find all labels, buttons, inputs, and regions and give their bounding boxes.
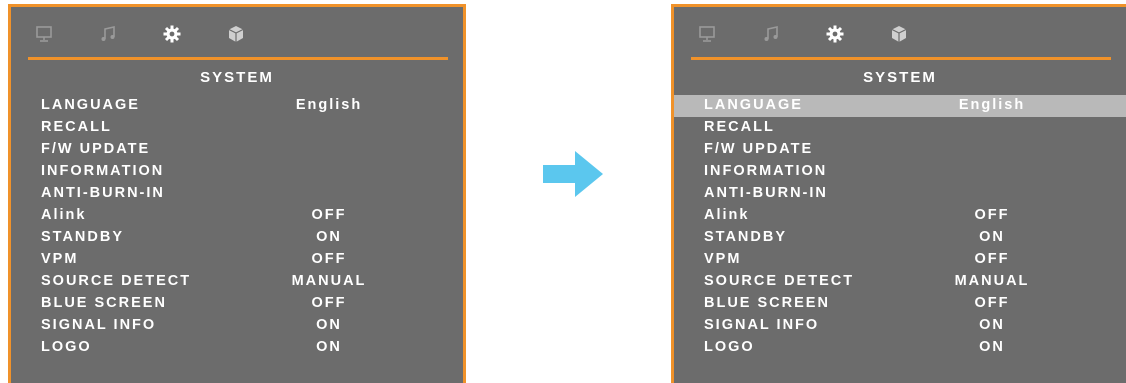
- menu-row-value: ON: [979, 339, 1005, 355]
- menu-row-label: INFORMATION: [704, 163, 828, 179]
- menu-row-value: ON: [979, 229, 1005, 245]
- menu-row-label: F/W UPDATE: [704, 141, 814, 157]
- menu-row-label: F/W UPDATE: [41, 141, 151, 157]
- menu-row[interactable]: ANTI-BURN-IN: [11, 183, 463, 205]
- menu-row[interactable]: LANGUAGE English: [11, 95, 463, 117]
- menu-row-label: INFORMATION: [41, 163, 165, 179]
- menu-row-label: SIGNAL INFO: [704, 317, 820, 333]
- menu-row[interactable]: RECALL: [674, 117, 1126, 139]
- menu-row[interactable]: VPM OFF: [674, 249, 1126, 271]
- menu-row-label: LANGUAGE: [704, 97, 803, 113]
- menu-row-value: OFF: [311, 295, 347, 311]
- gear-icon[interactable]: [824, 23, 846, 45]
- menu-row-value: ON: [316, 339, 342, 355]
- menu-row-value: ON: [316, 229, 342, 245]
- menu-divider: [28, 57, 448, 60]
- menu-title: SYSTEM: [863, 69, 937, 86]
- menu-row[interactable]: Alink OFF: [674, 205, 1126, 227]
- osd-menu-before: SYSTEM LANGUAGE English RECALL F/W UPDATE IN…: [8, 4, 466, 383]
- arrow-right-icon: [543, 151, 603, 197]
- menu-row[interactable]: LANGUAGE English: [674, 95, 1126, 117]
- menu-row-label: Alink: [704, 207, 750, 223]
- menu-row-label: LANGUAGE: [41, 97, 140, 113]
- menu-list: LANGUAGE English RECALL F/W UPDATE INFORMATI…: [674, 95, 1126, 359]
- menu-list: LANGUAGE English RECALL F/W UPDATE INFORMATI…: [11, 95, 463, 359]
- menu-row[interactable]: BLUE SCREEN OFF: [674, 293, 1126, 315]
- gear-icon[interactable]: [161, 23, 183, 45]
- menu-row-label: RECALL: [704, 119, 775, 135]
- menu-row-value: MANUAL: [291, 273, 367, 289]
- menu-row[interactable]: INFORMATION: [11, 161, 463, 183]
- menu-row-label: STANDBY: [41, 229, 125, 245]
- menu-row-label: VPM: [41, 251, 79, 267]
- menu-row-value: OFF: [311, 207, 347, 223]
- menu-row[interactable]: SIGNAL INFO ON: [11, 315, 463, 337]
- menu-divider: [691, 57, 1111, 60]
- menu-row-value: ON: [316, 317, 342, 333]
- menu-row-label: RECALL: [41, 119, 112, 135]
- menu-row[interactable]: Alink OFF: [11, 205, 463, 227]
- menu-row-label: SOURCE DETECT: [41, 273, 192, 289]
- menu-row-value: English: [295, 97, 363, 113]
- menu-row[interactable]: STANDBY ON: [674, 227, 1126, 249]
- menu-row[interactable]: SOURCE DETECT MANUAL: [674, 271, 1126, 293]
- cube-icon[interactable]: [888, 23, 910, 45]
- menu-row-label: SOURCE DETECT: [704, 273, 855, 289]
- menu-row-value: OFF: [974, 251, 1010, 267]
- menu-row[interactable]: STANDBY ON: [11, 227, 463, 249]
- menu-title: SYSTEM: [200, 69, 274, 86]
- menu-row[interactable]: RECALL: [11, 117, 463, 139]
- menu-row[interactable]: SIGNAL INFO ON: [674, 315, 1126, 337]
- menu-row-label: LOGO: [704, 339, 755, 355]
- menu-row-label: Alink: [41, 207, 87, 223]
- music-note-icon[interactable]: [97, 23, 119, 45]
- menu-row-value: English: [958, 97, 1026, 113]
- menu-row[interactable]: SOURCE DETECT MANUAL: [11, 271, 463, 293]
- monitor-icon[interactable]: [696, 23, 718, 45]
- menu-row[interactable]: BLUE SCREEN OFF: [11, 293, 463, 315]
- monitor-icon[interactable]: [33, 23, 55, 45]
- menu-row[interactable]: LOGO ON: [674, 337, 1126, 359]
- music-note-icon[interactable]: [760, 23, 782, 45]
- menu-row-label: SIGNAL INFO: [41, 317, 157, 333]
- menu-row-label: ANTI-BURN-IN: [41, 185, 165, 201]
- menu-row-label: STANDBY: [704, 229, 788, 245]
- menu-row-value: ON: [979, 317, 1005, 333]
- menu-row-label: LOGO: [41, 339, 92, 355]
- menu-row-value: OFF: [974, 295, 1010, 311]
- menu-row-value: OFF: [974, 207, 1010, 223]
- menu-row[interactable]: F/W UPDATE: [674, 139, 1126, 161]
- menu-row[interactable]: LOGO ON: [11, 337, 463, 359]
- menu-row-label: ANTI-BURN-IN: [704, 185, 828, 201]
- menu-row[interactable]: F/W UPDATE: [11, 139, 463, 161]
- menu-row-value: MANUAL: [954, 273, 1030, 289]
- osd-menu-after: SYSTEM LANGUAGE English RECALL F/W UPDATE IN…: [671, 4, 1126, 383]
- menu-row-label: BLUE SCREEN: [41, 295, 167, 311]
- menu-row[interactable]: INFORMATION: [674, 161, 1126, 183]
- menu-row-value: OFF: [311, 251, 347, 267]
- menu-row-label: VPM: [704, 251, 742, 267]
- menu-row-label: BLUE SCREEN: [704, 295, 830, 311]
- cube-icon[interactable]: [225, 23, 247, 45]
- menu-row[interactable]: ANTI-BURN-IN: [674, 183, 1126, 205]
- menu-row[interactable]: VPM OFF: [11, 249, 463, 271]
